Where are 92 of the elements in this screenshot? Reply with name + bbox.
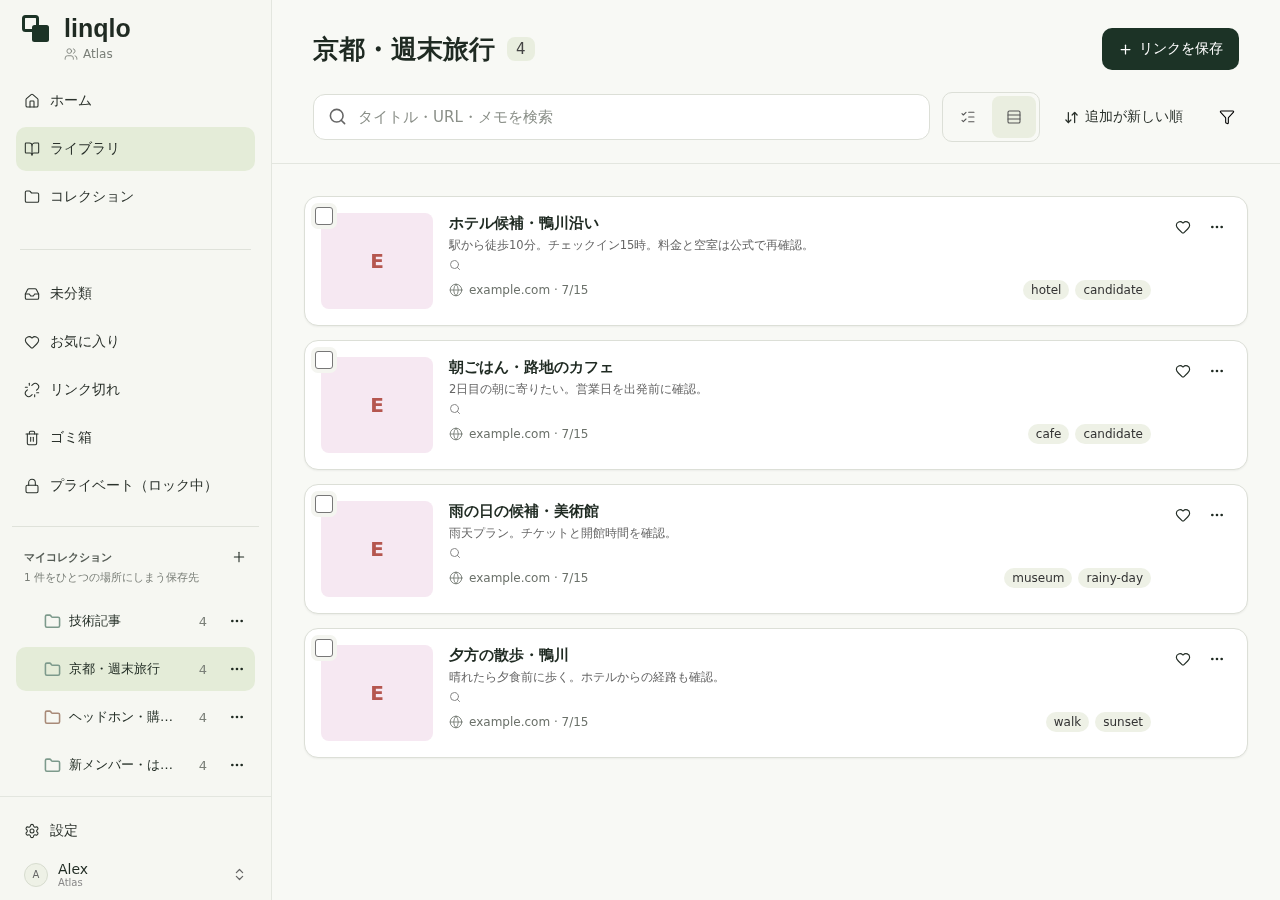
add-icon[interactable] <box>231 549 247 565</box>
link-title: 夕方の散歩・鴨川 <box>449 646 569 665</box>
thumbnail: E <box>321 213 433 309</box>
collection-count: 4 <box>198 613 207 629</box>
link-source: example.com · 7/15 <box>469 427 589 441</box>
collection-item[interactable]: 京都・週末旅行 4 <box>16 647 255 691</box>
globe-icon <box>449 283 463 297</box>
filter-icon <box>1219 109 1235 125</box>
user-name: Alex <box>58 861 90 877</box>
sort-button[interactable]: 追加が新しい順 <box>1058 107 1189 127</box>
cards-view-button[interactable] <box>992 96 1036 138</box>
collection-name: 技術記事 <box>69 612 122 630</box>
settings-icon <box>24 823 40 839</box>
collection-item[interactable]: 技術記事 4 <box>16 599 255 643</box>
favorite-icon[interactable] <box>1175 507 1191 523</box>
save-link-button[interactable]: リンクを保存 <box>1102 28 1239 70</box>
link-title: 朝ごはん・路地のカフェ <box>449 358 614 377</box>
link-source: example.com · 7/15 <box>469 283 589 297</box>
home-icon <box>24 93 40 109</box>
collection-item[interactable]: 新メンバー・は… 4 <box>16 743 255 787</box>
user-workspace: Atlas <box>58 877 84 888</box>
link-card[interactable]: E 夕方の散歩・鴨川 晴れたら夕食前に歩く。ホテルからの経路も確認。 example.com · 7/15 walk sunset <box>304 628 1248 758</box>
inbox-icon <box>24 286 40 302</box>
nav-item[interactable]: ライブラリ <box>16 127 255 171</box>
globe-icon <box>449 571 463 585</box>
link-note: 雨天プラン。チケットと開館時間を確認。 <box>449 526 678 541</box>
collection-item[interactable]: ヘッドホン・購… 4 <box>16 695 255 739</box>
sort-icon <box>1064 109 1079 125</box>
workspace-name: Atlas <box>83 47 113 61</box>
globe-icon <box>449 427 463 441</box>
section-title: マイコレクション <box>24 549 112 565</box>
favorite-icon[interactable] <box>1175 219 1191 235</box>
thumbnail: E <box>321 357 433 453</box>
collection-name: 新メンバー・は… <box>69 756 174 774</box>
avatar: A <box>24 862 48 887</box>
collection-count: 4 <box>198 661 207 677</box>
plus-icon <box>1118 41 1133 57</box>
trash-icon <box>24 430 40 446</box>
nav-item[interactable]: プライベート（ロック中） <box>16 464 255 508</box>
link-title: 雨の日の候補・美術館 <box>449 502 599 521</box>
folder-icon <box>24 189 40 205</box>
nav-item[interactable]: 設定 <box>16 809 255 853</box>
tag[interactable]: candidate <box>1075 280 1151 300</box>
list-icon <box>960 109 976 125</box>
section-subtitle: 1 件をひとつの場所にしまう保存先 <box>23 570 201 585</box>
nav-item[interactable]: リンク切れ <box>16 368 255 412</box>
list-icon <box>1006 109 1022 125</box>
globe-icon <box>449 715 463 729</box>
tag[interactable]: rainy-day <box>1078 568 1151 588</box>
tag[interactable]: sunset <box>1095 712 1151 732</box>
collection-count: 4 <box>198 757 207 773</box>
link-card[interactable]: E ホテル候補・鴨川沿い 駅から徒歩10分。チェックイン15時。料金と空室は公式で再確認。 example.com · 7/15 hotel candidate <box>304 196 1248 326</box>
nav-item[interactable]: 未分類 <box>16 272 255 316</box>
link-note: 晴れたら夕食前に歩く。ホテルからの経路も確認。 <box>449 670 726 685</box>
thumbnail: E <box>321 501 433 597</box>
book-icon <box>24 141 40 157</box>
logo-icon <box>22 14 50 43</box>
search-icon <box>449 547 461 559</box>
link-card[interactable]: E 雨の日の候補・美術館 雨天プラン。チケットと開館時間を確認。 example.com · 7/15 museum rainy-day <box>304 484 1248 614</box>
link-source: example.com · 7/15 <box>469 715 589 729</box>
search-icon <box>449 691 461 703</box>
brand-name: linqlo <box>64 14 131 43</box>
users-icon <box>64 47 78 61</box>
tag[interactable]: candidate <box>1075 424 1151 444</box>
page-title: 京都・週末旅行 <box>313 32 495 66</box>
search-icon <box>449 259 461 271</box>
link-card[interactable]: E 朝ごはん・路地のカフェ 2日目の朝に寄りたい。営業日を出発前に確認。 example.com · 7/15 cafe candidate <box>304 340 1248 470</box>
nav-item[interactable]: ゴミ箱 <box>16 416 255 460</box>
search-icon <box>328 107 347 126</box>
tag[interactable]: hotel <box>1023 280 1070 300</box>
tag[interactable]: walk <box>1045 712 1090 732</box>
lock-icon <box>24 478 40 494</box>
link-note: 2日目の朝に寄りたい。営業日を出発前に確認。 <box>449 382 710 397</box>
search-field[interactable]: タイトル・URL・メモを検索 <box>313 94 930 140</box>
thumbnail: E <box>321 645 433 741</box>
nav-item[interactable]: ホーム <box>16 79 255 123</box>
collection-name: 京都・週末旅行 <box>69 660 161 678</box>
favorite-icon[interactable] <box>1175 651 1191 667</box>
broken-link-icon <box>24 382 40 398</box>
search-icon <box>449 403 461 415</box>
tag[interactable]: cafe <box>1027 424 1070 444</box>
collection-name: ヘッドホン・購… <box>69 708 174 726</box>
count-badge: 4 <box>507 37 535 61</box>
nav-item[interactable]: お気に入り <box>16 320 255 364</box>
link-source: example.com · 7/15 <box>469 571 589 585</box>
favorite-icon[interactable] <box>1175 363 1191 379</box>
tag[interactable]: museum <box>1004 568 1073 588</box>
nav-item[interactable]: コレクション <box>16 175 255 219</box>
link-note: 駅から徒歩10分。チェックイン15時。料金と空室は公式で再確認。 <box>449 238 816 253</box>
heart-icon <box>24 334 40 350</box>
link-title: ホテル候補・鴨川沿い <box>449 214 599 233</box>
collection-count: 4 <box>198 709 207 725</box>
